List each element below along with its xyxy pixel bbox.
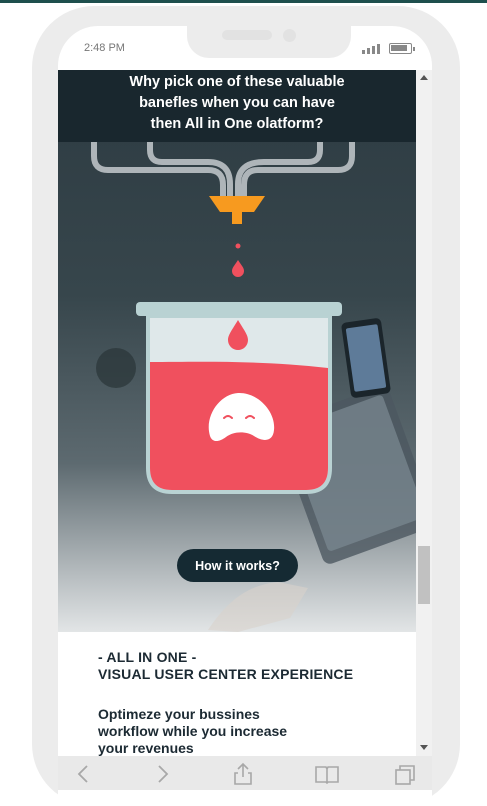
scroll-up-icon[interactable]: [420, 75, 428, 80]
tabs-icon[interactable]: [394, 764, 416, 786]
background-cup: [96, 348, 136, 388]
description-line: your revenues: [98, 740, 194, 756]
camera-icon: [283, 29, 296, 42]
funnel-icon: [209, 196, 265, 224]
tagline-line: VISUAL USER CENTER EXPERIENCE: [98, 666, 354, 682]
back-icon[interactable]: [76, 764, 90, 784]
pipes: [91, 137, 355, 199]
browser-toolbar: [58, 756, 432, 790]
hero-title-line: banefles when you can have: [139, 95, 335, 111]
features-section: - ALL IN ONE - VISUAL USER CENTER EXPERI…: [58, 632, 416, 756]
description-line: Optimeze your bussines: [98, 706, 260, 722]
drop-small: [235, 243, 241, 249]
hero-title-line: Why pick one of these valuable: [129, 74, 345, 90]
signal-icon: [362, 42, 382, 54]
status-time: 2:48 PM: [84, 42, 125, 54]
top-accent-bar: [0, 0, 487, 3]
hero-illustration: [91, 137, 416, 632]
drop-large: [232, 260, 244, 277]
forward-icon[interactable]: [156, 764, 170, 784]
web-page-viewport[interactable]: Why pick one of these valuable banefles …: [58, 70, 416, 756]
vertical-scrollbar[interactable]: [416, 70, 432, 756]
scroll-thumb[interactable]: [418, 546, 430, 604]
speaker-icon: [222, 30, 272, 40]
background-hand: [208, 582, 308, 632]
phone-notch: [187, 24, 351, 58]
hero-title-line: then All in One olatform?: [150, 116, 324, 132]
tagline-line: - ALL IN ONE -: [98, 649, 197, 665]
share-icon[interactable]: [232, 762, 254, 786]
description: Optimeze your bussines workflow while yo…: [98, 706, 287, 756]
battery-icon: [389, 43, 415, 54]
description-line: workflow while you increase: [98, 723, 288, 739]
bookmarks-icon[interactable]: [314, 764, 340, 784]
beaker: [136, 302, 342, 494]
scroll-down-icon[interactable]: [420, 745, 428, 750]
hero-section: Why pick one of these valuable banefles …: [58, 70, 416, 632]
tagline: - ALL IN ONE - VISUAL USER CENTER EXPERI…: [98, 649, 353, 683]
how-it-works-button[interactable]: How it works?: [177, 549, 298, 582]
hero-title: Why pick one of these valuable banefles …: [58, 72, 416, 135]
